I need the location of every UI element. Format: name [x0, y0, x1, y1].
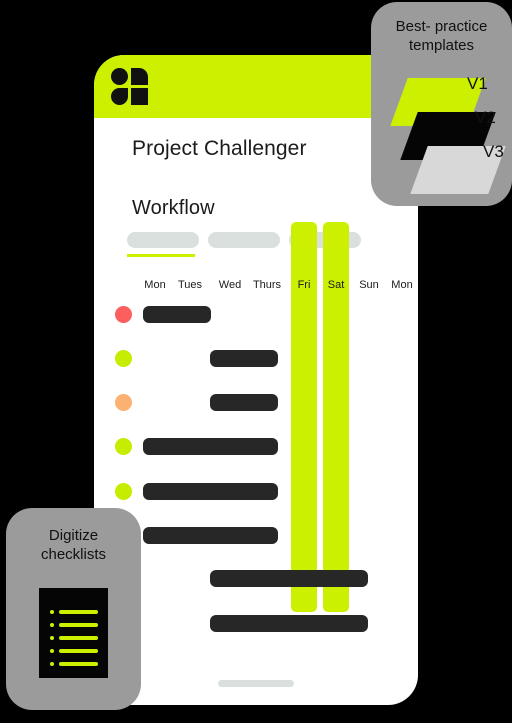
status-dot-on-track[interactable] — [115, 350, 132, 367]
workflow-gantt-chart: Mon Tues Wed Thurs Fri Sat Sun Mon — [94, 55, 418, 705]
gantt-bar-task-5[interactable] — [143, 483, 278, 500]
checklist-row-2 — [50, 636, 98, 640]
checklist-line — [59, 623, 98, 627]
checklist-line — [59, 662, 98, 666]
gantt-bar-task-2[interactable] — [210, 350, 278, 367]
template-version-label-v3: V3 — [483, 142, 504, 161]
screenshot-canvas: Project Challenger Workflow Mon Tues Wed Th… — [0, 0, 512, 723]
day-label-7: Mon — [391, 279, 413, 291]
day-label-4: Fri — [297, 279, 311, 291]
day-label-5: Sat — [327, 279, 345, 291]
version-stack-graphic: V1 V2 V3 — [371, 74, 512, 206]
checklist-bullet-icon — [50, 610, 54, 614]
gantt-bar-task-8[interactable] — [210, 615, 368, 632]
checklist-row-0 — [50, 610, 98, 614]
home-indicator — [218, 680, 294, 687]
status-dot-blocked[interactable] — [115, 306, 132, 323]
status-dot-on-track[interactable] — [115, 438, 132, 455]
day-label-3: Thurs — [252, 279, 282, 291]
gantt-bar-task-1[interactable] — [143, 306, 211, 323]
checklist-line — [59, 649, 98, 653]
card-digitize-checklists[interactable]: Digitize checklists — [6, 508, 141, 710]
day-label-6: Sun — [359, 279, 379, 291]
card-checklists-title: Digitize checklists — [40, 527, 107, 563]
checklist-bullet-icon — [50, 623, 54, 627]
card-templates-title: Best- practice templates — [395, 18, 488, 54]
checklist-bullet-icon — [50, 649, 54, 653]
checklist-row-4 — [50, 662, 98, 666]
checklist-bullet-icon — [50, 636, 54, 640]
day-header-row: Mon Tues Wed Thurs Fri Sat Sun Mon — [94, 279, 418, 295]
gantt-bar-task-3[interactable] — [210, 394, 278, 411]
checklist-icon — [39, 588, 108, 678]
checklist-row-1 — [50, 623, 98, 627]
template-version-label-v1: V1 — [467, 74, 488, 93]
gantt-bar-task-6[interactable] — [143, 527, 278, 544]
gantt-bar-task-7[interactable] — [210, 570, 368, 587]
checklist-line — [59, 610, 98, 614]
gantt-bar-task-4[interactable] — [143, 438, 278, 455]
day-label-2: Wed — [218, 279, 242, 291]
status-dot-at-risk[interactable] — [115, 394, 132, 411]
checklist-bullet-icon — [50, 662, 54, 666]
status-dot-on-track[interactable] — [115, 483, 132, 500]
phone-mockup: Project Challenger Workflow Mon Tues Wed Th… — [94, 55, 418, 705]
checklist-row-3 — [50, 649, 98, 653]
day-label-0: Mon — [144, 279, 166, 291]
card-best-practice-templates[interactable]: Best- practice templates V1 V2 V3 — [371, 2, 512, 206]
template-version-label-v2: V2 — [475, 108, 496, 127]
checklist-line — [59, 636, 98, 640]
day-label-1: Tues — [177, 279, 203, 291]
